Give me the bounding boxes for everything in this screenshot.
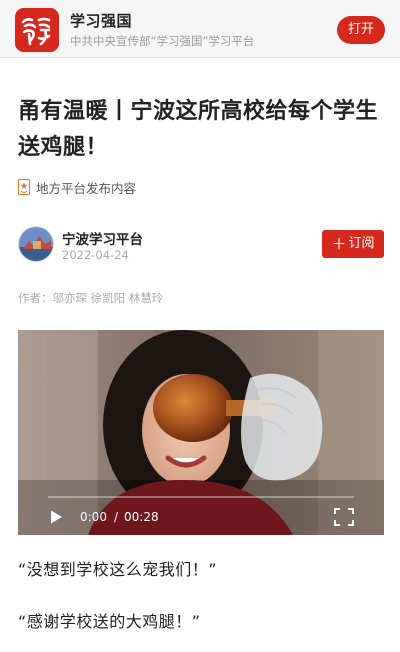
- authors-line: 作者：邬亦琛 徐凯阳 林慧玲: [18, 291, 164, 305]
- video-player[interactable]: [18, 330, 384, 535]
- publish-date: 2022-04-24: [62, 248, 129, 262]
- author-name[interactable]: 宁波学习平台: [62, 228, 143, 248]
- video-frame: [18, 330, 384, 535]
- video-current-time: 0:00: [80, 510, 107, 524]
- open-app-button[interactable]: 打开: [337, 16, 385, 44]
- video-progress-bar[interactable]: [48, 496, 354, 498]
- app-logo[interactable]: [15, 8, 59, 52]
- paragraph: “没想到学校这么宠我们！”: [18, 560, 218, 579]
- fullscreen-icon[interactable]: [334, 508, 354, 526]
- subscribe-label: 订阅: [348, 236, 375, 251]
- paragraph: “感谢学校送的大鸡腿！”: [18, 612, 201, 631]
- app-banner: 学习强国 中共中央宣传部“学习强国”学习平台 打开: [0, 0, 400, 58]
- subscribe-button[interactable]: ＋ 订阅: [322, 230, 384, 258]
- video-total-time: 00:28: [124, 510, 159, 524]
- source-row: 地方平台发布内容: [18, 178, 136, 196]
- plus-icon: ＋: [331, 235, 347, 253]
- article-title: 甬有温暖丨宁波这所高校给每个学生送鸡腿！: [18, 99, 379, 160]
- video-time-separator: /: [114, 510, 119, 524]
- play-icon[interactable]: [48, 509, 64, 525]
- app-name: 学习强国: [70, 12, 133, 30]
- source-label: 地方平台发布内容: [36, 180, 137, 196]
- app-subtitle: 中共中央宣传部“学习强国”学习平台: [70, 34, 255, 48]
- author-avatar[interactable]: [18, 226, 54, 262]
- medal-icon: [18, 179, 30, 195]
